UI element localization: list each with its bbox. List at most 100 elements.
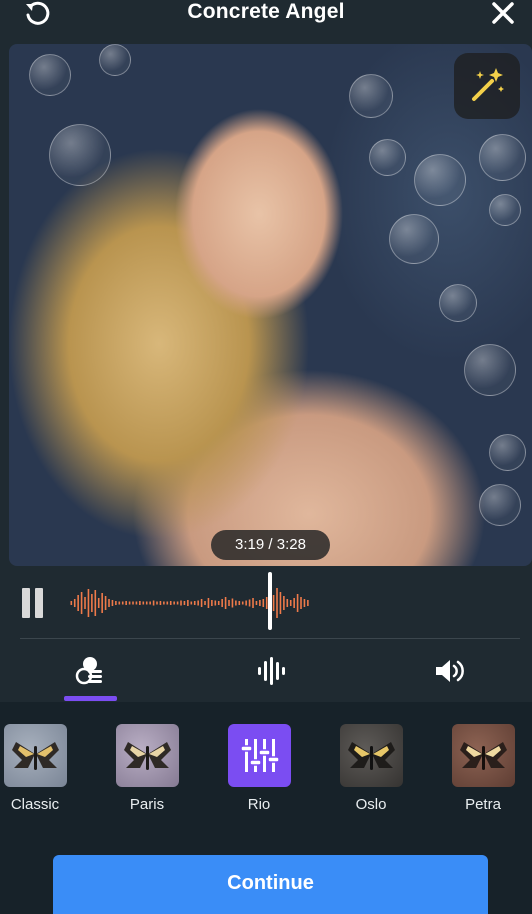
waveform-bar <box>104 596 107 610</box>
audio-waveform[interactable] <box>70 584 310 622</box>
waveform-bar <box>169 601 172 605</box>
waveform-bar <box>183 601 186 605</box>
waveform-bar <box>70 601 73 605</box>
waveform-bar <box>193 601 196 605</box>
waveform-bar <box>245 600 247 606</box>
pause-icon <box>22 588 30 618</box>
butterfly-icon <box>123 742 171 770</box>
butterfly-icon <box>347 742 395 770</box>
waveform-bar <box>139 601 141 605</box>
waveform-bar <box>87 589 90 617</box>
waveform-bar <box>255 601 258 605</box>
waveform-bar <box>101 593 103 613</box>
tab-beat[interactable] <box>210 640 330 702</box>
waveform-bar <box>272 595 275 611</box>
tab-bar <box>0 640 532 702</box>
magic-wand-icon <box>472 68 504 101</box>
style-classic[interactable]: Classic <box>0 724 70 813</box>
waveform-icon <box>258 657 285 685</box>
pause-button[interactable] <box>22 588 44 618</box>
butterfly-icon <box>459 742 507 770</box>
waveform-bar <box>118 601 121 605</box>
bubble-overlay <box>479 484 521 526</box>
waveform-bar <box>303 599 306 607</box>
waveform-bar <box>200 599 203 607</box>
waveform-bar <box>142 601 145 605</box>
continue-button[interactable]: Continue <box>53 855 488 914</box>
bubble-overlay <box>414 154 466 206</box>
style-label: Classic <box>10 796 60 813</box>
page-title: Concrete Angel <box>187 0 345 23</box>
styles-icon <box>75 657 102 685</box>
waveform-bar <box>176 601 179 605</box>
waveform-bar <box>132 601 134 605</box>
active-tab-indicator <box>64 696 117 701</box>
video-preview[interactable] <box>9 44 532 566</box>
waveform-bar <box>94 590 97 616</box>
waveform-bar <box>111 600 114 606</box>
playhead-handle[interactable] <box>268 572 272 630</box>
waveform-bar <box>300 597 302 609</box>
volume-icon <box>436 660 464 682</box>
bubble-overlay <box>479 134 526 181</box>
waveform-bar <box>214 600 217 606</box>
waveform-bar <box>97 598 100 608</box>
bubble-overlay <box>49 124 111 186</box>
style-thumbnail <box>451 724 515 787</box>
waveform-bar <box>73 599 76 607</box>
top-bar: Concrete Angel <box>0 0 532 44</box>
waveform-bar <box>224 597 227 609</box>
tab-styles[interactable] <box>30 640 150 702</box>
sliders-icon <box>239 739 280 772</box>
waveform-bar <box>173 601 175 605</box>
style-petra[interactable]: Petra <box>448 724 518 813</box>
divider <box>20 638 520 639</box>
style-label: Oslo <box>355 796 387 813</box>
style-paris[interactable]: Paris <box>112 724 182 813</box>
style-thumbnail <box>227 724 291 787</box>
waveform-bar <box>156 601 158 605</box>
style-thumbnail <box>339 724 403 787</box>
waveform-bar <box>276 588 278 618</box>
waveform-bar <box>228 600 230 606</box>
waveform-bar <box>77 595 79 611</box>
style-oslo[interactable]: Oslo <box>336 724 406 813</box>
style-label: Paris <box>129 796 165 813</box>
butterfly-icon <box>11 742 59 770</box>
bubble-overlay <box>464 344 516 396</box>
bubble-overlay <box>99 44 131 76</box>
waveform-bar <box>180 600 182 606</box>
bubble-overlay <box>349 74 393 118</box>
bubble-overlay <box>439 284 477 322</box>
style-rio[interactable]: Rio <box>224 724 294 813</box>
bubble-overlay <box>369 139 406 176</box>
waveform-bar <box>115 601 117 605</box>
tab-volume[interactable] <box>390 640 510 702</box>
waveform-bar <box>235 600 237 606</box>
waveform-bar <box>238 601 241 605</box>
waveform-bar <box>108 599 110 607</box>
playback-time: 3:19 / 3:28 <box>211 530 330 560</box>
waveform-bar <box>283 596 285 610</box>
waveform-bar <box>145 601 148 605</box>
waveform-bar <box>91 594 93 612</box>
waveform-bar <box>217 601 220 605</box>
close-icon[interactable] <box>488 0 518 26</box>
waveform-bar <box>152 600 155 606</box>
waveform-bar <box>286 599 289 607</box>
waveform-bar <box>125 601 127 605</box>
waveform-bar <box>221 599 223 607</box>
waveform-bar <box>252 598 254 608</box>
waveform-bar <box>204 601 206 605</box>
waveform-bar <box>80 592 83 614</box>
waveform-bar <box>163 601 165 605</box>
bubble-overlay <box>29 54 71 96</box>
magic-wand-button[interactable] <box>454 53 520 119</box>
waveform-bar <box>279 592 282 614</box>
bubble-overlay <box>389 214 439 264</box>
waveform-bar <box>241 601 244 605</box>
waveform-bar <box>211 600 213 606</box>
waveform-bar <box>135 601 138 605</box>
waveform-bar <box>248 599 251 607</box>
waveform-bar <box>307 600 309 606</box>
